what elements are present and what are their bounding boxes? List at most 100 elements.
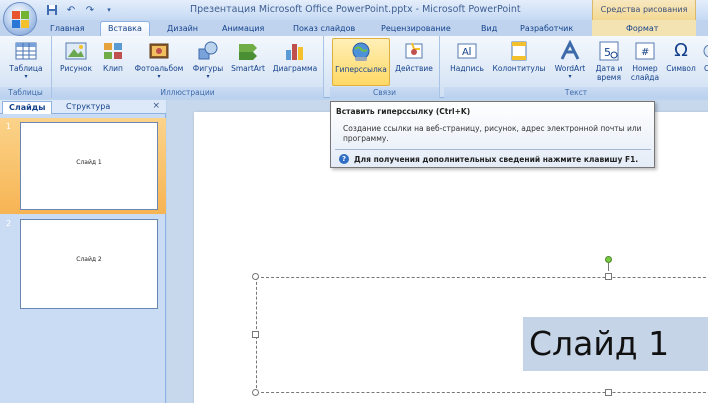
hyperlink-button[interactable]: Гиперссылка: [332, 38, 390, 86]
textbox-label: Надпись: [450, 64, 484, 73]
tab-home[interactable]: Главная: [50, 22, 85, 36]
hyperlink-globe-icon: [349, 41, 373, 63]
textbox-button[interactable]: A Надпись: [446, 38, 488, 86]
group-label-illustrations: Иллюстрации: [52, 87, 323, 98]
object-icon: [701, 40, 708, 62]
smartart-icon: [236, 40, 260, 62]
tab-outline[interactable]: Структура: [60, 101, 116, 114]
group-illustrations: Рисунок Клип Фотоальбом ▾ Фигуры ▾ Smart…: [52, 36, 324, 98]
header-footer-label: Колонтитулы: [492, 64, 546, 73]
smartart-button[interactable]: SmartArt: [228, 38, 268, 86]
photo-album-dropdown-icon: ▾: [157, 73, 161, 80]
slide-thumbnail[interactable]: Слайд 2: [20, 219, 158, 309]
slide-thumbnail-number: 2: [6, 219, 12, 228]
tab-animation[interactable]: Анимация: [222, 22, 264, 36]
object-label: О: [704, 64, 708, 73]
office-logo-icon: [12, 11, 29, 28]
resize-handle[interactable]: [252, 331, 259, 338]
photo-album-button[interactable]: Фотоальбом ▾: [130, 38, 188, 86]
tooltip-help: ? Для получения дополнительных сведений …: [339, 154, 638, 164]
group-tables: Таблица ▾ Таблицы: [0, 36, 52, 98]
table-button[interactable]: Таблица ▾: [3, 38, 49, 86]
clip-button[interactable]: Клип: [98, 38, 128, 86]
tab-developer[interactable]: Разработчик: [520, 22, 573, 36]
tooltip-description: Создание ссылки на веб-страницу, рисунок…: [343, 124, 642, 143]
tab-slideshow[interactable]: Показ слайдов: [293, 22, 355, 36]
close-icon[interactable]: ×: [152, 101, 160, 111]
slide-thumbnail-row[interactable]: 2 Слайд 2: [0, 215, 166, 311]
date-time-label-1: Дата и: [595, 64, 623, 73]
object-button[interactable]: О: [700, 38, 708, 86]
resize-handle[interactable]: [605, 389, 612, 396]
table-dropdown-icon: ▾: [24, 73, 28, 80]
slide-thumbnail-row[interactable]: 1 Слайд 1: [0, 118, 166, 214]
photo-album-icon: [147, 40, 171, 62]
rotation-handle-line: [608, 263, 609, 271]
tab-slides[interactable]: Слайды: [2, 101, 53, 114]
tab-design[interactable]: Дизайн: [167, 22, 198, 36]
slide-thumbnail-number: 1: [6, 122, 12, 131]
photo-album-label: Фотоальбом: [134, 64, 184, 73]
symbol-label: Символ: [666, 64, 696, 73]
calendar-icon: 5: [597, 40, 621, 62]
tab-review[interactable]: Рецензирование: [381, 22, 451, 36]
slides-pane: Слайды Структура × 1 Слайд 1 2 Слайд 2: [0, 100, 166, 403]
tab-format[interactable]: Формат: [626, 22, 658, 36]
redo-icon[interactable]: ↷: [82, 3, 98, 17]
slide-number-button[interactable]: # Номер слайда: [628, 38, 662, 86]
slide-title-text[interactable]: Слайд 1: [523, 317, 708, 371]
action-label: Действие: [395, 64, 433, 73]
office-button[interactable]: [3, 2, 37, 36]
calendar-icon-glyph: 5: [604, 46, 611, 59]
group-label-tables: Таблицы: [0, 87, 51, 98]
tooltip-divider: [335, 149, 651, 150]
group-links: Гиперссылка Действие Связи: [330, 36, 440, 98]
clipart-icon: [101, 40, 125, 62]
shapes-button[interactable]: Фигуры ▾: [190, 38, 226, 86]
window-title: Презентация Microsoft Office PowerPoint.…: [190, 4, 521, 15]
slide-thumbnail-title: Слайд 2: [76, 256, 102, 263]
slides-pane-tabs: Слайды Структура ×: [0, 100, 166, 114]
rotation-handle[interactable]: [605, 256, 612, 263]
resize-handle[interactable]: [252, 273, 259, 280]
group-text: A Надпись Колонтитулы WordArt ▾ 5 Дата и…: [444, 36, 708, 98]
undo-icon[interactable]: ↶: [63, 3, 79, 17]
textbox-icon-glyph: A: [462, 47, 469, 58]
table-label: Таблица: [9, 64, 43, 73]
action-icon: [402, 40, 426, 62]
clip-label: Клип: [103, 64, 123, 73]
date-time-button[interactable]: 5 Дата и время: [592, 38, 626, 86]
header-footer-icon: [507, 40, 531, 62]
customize-qat-icon[interactable]: ▾: [101, 3, 117, 17]
ribbon-tabs: Главная Вставка Дизайн Анимация Показ сл…: [0, 20, 708, 37]
resize-handle[interactable]: [605, 273, 612, 280]
shapes-label: Фигуры: [192, 64, 224, 73]
resize-handle[interactable]: [252, 389, 259, 396]
picture-button[interactable]: Рисунок: [56, 38, 96, 86]
group-label-links: Связи: [330, 87, 439, 98]
symbol-button[interactable]: Ω Символ: [664, 38, 698, 86]
table-icon: [14, 40, 38, 62]
group-label-text: Текст: [444, 87, 708, 98]
chart-icon: [283, 40, 307, 62]
tooltip-title: Вставить гиперссылку (Ctrl+K): [336, 107, 471, 116]
action-button[interactable]: Действие: [392, 38, 436, 86]
save-icon[interactable]: [44, 3, 60, 17]
header-footer-button[interactable]: Колонтитулы: [490, 38, 548, 86]
hyperlink-label: Гиперссылка: [335, 65, 387, 74]
hyperlink-tooltip: Вставить гиперссылку (Ctrl+K) Создание с…: [330, 101, 655, 168]
slide-number-label-1: Номер: [632, 64, 658, 73]
wordart-label: WordArt: [554, 64, 586, 73]
shapes-icon: [196, 40, 220, 62]
chart-button[interactable]: Диаграмма: [270, 38, 320, 86]
quick-access-toolbar: ↶ ↷ ▾: [44, 3, 117, 17]
tab-insert[interactable]: Вставка: [100, 21, 150, 37]
slide-thumbnail[interactable]: Слайд 1: [20, 122, 158, 210]
wordart-button[interactable]: WordArt ▾: [550, 38, 590, 86]
slide-number-icon: #: [633, 40, 657, 62]
omega-icon: Ω: [674, 40, 688, 61]
chart-label: Диаграмма: [272, 64, 318, 73]
tab-view[interactable]: Вид: [481, 22, 497, 36]
shapes-dropdown-icon: ▾: [206, 73, 210, 80]
tooltip-help-text: Для получения дополнительных сведений на…: [354, 154, 639, 164]
